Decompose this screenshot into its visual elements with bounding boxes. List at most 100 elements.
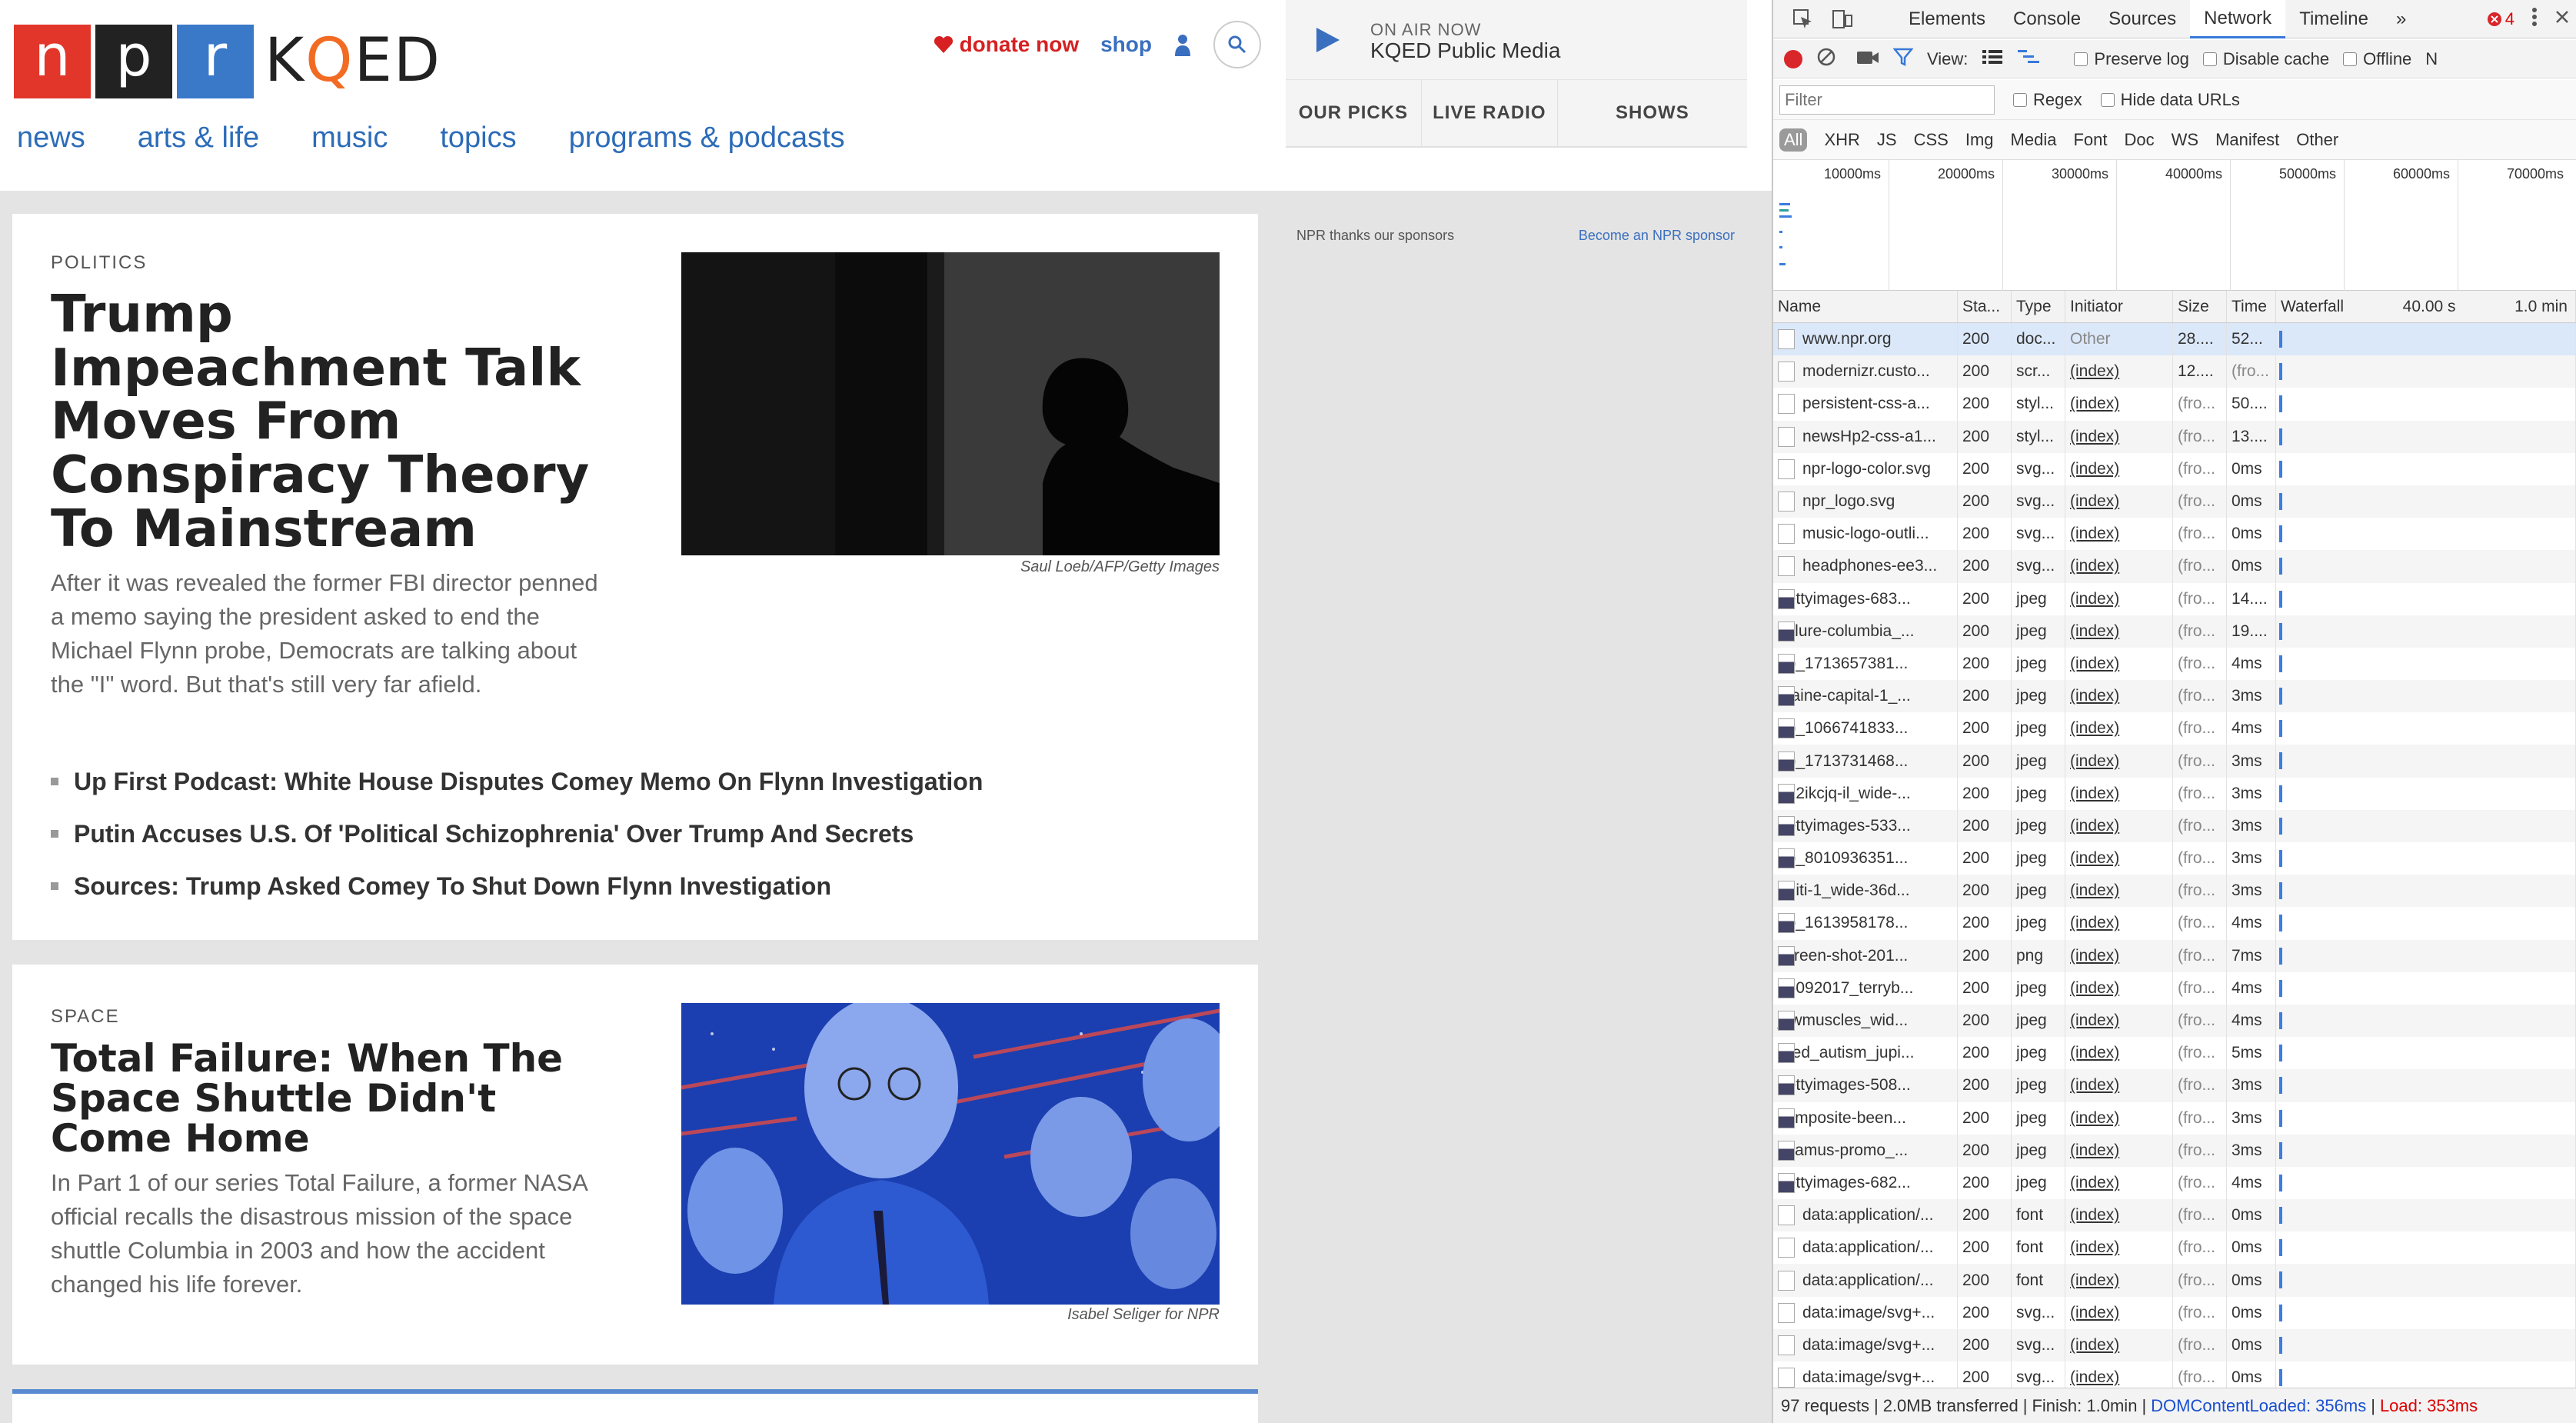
cell-text[interactable]: (index) — [2070, 525, 2119, 543]
type-ws[interactable]: WS — [2172, 130, 2198, 150]
table-row[interactable]: aditi-1_wide-36d... 200 jpeg (index) (fro...… — [1773, 875, 2576, 908]
story-image[interactable] — [681, 1003, 1220, 1305]
tab-network[interactable]: Network — [2190, 0, 2286, 38]
tab-elements[interactable]: Elements — [1895, 0, 1999, 38]
col-time[interactable]: Time — [2227, 291, 2276, 322]
camera-icon[interactable] — [1856, 48, 1879, 70]
related-link[interactable]: Up First Podcast: White House Disputes C… — [51, 755, 983, 808]
npr-logo[interactable]: n p r — [14, 25, 254, 98]
cell-text[interactable]: (index) — [2070, 1304, 2119, 1322]
regex-checkbox[interactable]: Regex — [2013, 90, 2082, 110]
type-manifest[interactable]: Manifest — [2215, 130, 2279, 150]
cell-text[interactable]: (index) — [2070, 849, 2119, 868]
type-js[interactable]: JS — [1877, 130, 1897, 150]
cell-text[interactable]: (index) — [2070, 979, 2119, 998]
cell-text[interactable]: (index) — [2070, 785, 2119, 803]
cell-text[interactable]: (index) — [2070, 395, 2119, 413]
table-row[interactable]: ap_1613958178... 200 jpeg (index) (fro... 4ms — [1773, 907, 2576, 940]
tab-live-radio[interactable]: LIVE RADIO — [1422, 80, 1558, 146]
col-size[interactable]: Size — [2173, 291, 2227, 322]
donate-button[interactable]: donate now — [934, 32, 1079, 57]
table-row[interactable]: ap_8010936351... 200 jpeg (index) (fro... 3ms — [1773, 842, 2576, 875]
nav-arts-life[interactable]: arts & life — [138, 122, 259, 155]
col-name[interactable]: Name — [1773, 291, 1958, 322]
cell-text[interactable]: (index) — [2070, 622, 2119, 641]
inspect-icon[interactable] — [1792, 8, 1813, 34]
table-row[interactable]: failure-columbia_... 200 jpeg (index) (fro..… — [1773, 615, 2576, 648]
tab-timeline[interactable]: Timeline — [2285, 0, 2382, 38]
cell-text[interactable]: (index) — [2070, 817, 2119, 835]
table-row[interactable]: www.npr.org 200 doc... Other 28.... 52... — [1773, 323, 2576, 356]
table-row[interactable]: newsHp2-css-a1... 200 styl... (index) (fro..… — [1773, 420, 2576, 453]
cell-text[interactable]: (index) — [2070, 362, 2119, 381]
error-counter[interactable]: 4 — [2487, 9, 2514, 29]
cell-text[interactable]: (index) — [2070, 947, 2119, 965]
table-row[interactable]: data:application/... 200 font (index) (fro..… — [1773, 1231, 2576, 1265]
story-slug[interactable]: POLITICS — [51, 252, 147, 274]
table-row[interactable]: ap_1713731468... 200 jpeg (index) (fro... 3ms — [1773, 745, 2576, 778]
table-row[interactable]: seamus-promo_... 200 jpeg (index) (fro... 3ms — [1773, 1134, 2576, 1167]
table-row[interactable]: gettyimages-508... 200 jpeg (index) (fro... 3… — [1773, 1069, 2576, 1102]
col-waterfall[interactable]: Waterfall 40.00 s 1.0 min — [2276, 291, 2576, 322]
table-row[interactable]: screen-shot-201... 200 png (index) (fro... 7m… — [1773, 939, 2576, 972]
table-row[interactable]: data:application/... 200 font (index) (fro..… — [1773, 1264, 2576, 1297]
cell-text[interactable]: (index) — [2070, 1271, 2119, 1290]
related-link[interactable]: Putin Accuses U.S. Of 'Political Schizop… — [51, 808, 983, 860]
cell-text[interactable]: (index) — [2070, 428, 2119, 446]
cell-text[interactable]: (index) — [2070, 1206, 2119, 1225]
tab-console[interactable]: Console — [1999, 0, 2095, 38]
story-headline[interactable]: Trump Impeachment Talk Moves From Conspi… — [51, 287, 635, 555]
story-teaser[interactable]: After it was revealed the former FBI dir… — [51, 566, 604, 702]
play-icon[interactable] — [1316, 28, 1340, 52]
table-row[interactable]: maine-capital-1_... 200 jpeg (index) (fro...… — [1773, 680, 2576, 713]
table-row[interactable]: music-logo-outli... 200 svg... (index) (fro.… — [1773, 518, 2576, 551]
record-button[interactable] — [1784, 49, 1802, 68]
cell-text[interactable]: (index) — [2070, 1044, 2119, 1062]
table-row[interactable]: jawmuscles_wid... 200 jpeg (index) (fro... 4m… — [1773, 1004, 2576, 1038]
search-button[interactable] — [1213, 21, 1261, 68]
story-slug[interactable]: SPACE — [51, 1006, 120, 1028]
type-xhr[interactable]: XHR — [1824, 130, 1859, 150]
tab-sources[interactable]: Sources — [2095, 0, 2190, 38]
table-row[interactable]: data:application/... 200 font (index) (fro..… — [1773, 1199, 2576, 1232]
throttle-dropdown[interactable]: N — [2425, 49, 2438, 69]
col-status[interactable]: Sta... — [1958, 291, 2012, 322]
offline-checkbox[interactable]: Offline — [2343, 49, 2411, 69]
table-row[interactable]: headphones-ee3... 200 svg... (index) (fro...… — [1773, 550, 2576, 583]
table-row[interactable]: npr_logo.svg 200 svg... (index) (fro... 0ms — [1773, 485, 2576, 518]
table-row[interactable]: ap_1713657381... 200 jpeg (index) (fro... 4ms — [1773, 647, 2576, 681]
tab-shows[interactable]: SHOWS — [1558, 80, 1747, 146]
network-overview[interactable]: 10000ms 20000ms 30000ms 40000ms 50000ms … — [1773, 160, 2576, 291]
table-row[interactable]: 05092017_terryb... 200 jpeg (index) (fro... 4… — [1773, 971, 2576, 1005]
story-headline[interactable]: Total Failure: When The Space Shuttle Di… — [51, 1038, 620, 1158]
type-doc[interactable]: Doc — [2124, 130, 2154, 150]
cell-text[interactable]: (index) — [2070, 1336, 2119, 1355]
user-icon[interactable] — [1173, 33, 1192, 56]
table-row[interactable]: gettyimages-683... 200 jpeg (index) (fro... 1… — [1773, 582, 2576, 615]
table-row[interactable]: reed_autism_jupi... 200 jpeg (index) (fro...… — [1773, 1037, 2576, 1070]
story-teaser[interactable]: In Part 1 of our series Total Failure, a… — [51, 1166, 604, 1301]
disable-cache-checkbox[interactable]: Disable cache — [2202, 49, 2329, 69]
table-row[interactable]: composite-been... 200 jpeg (index) (fro... 3m… — [1773, 1101, 2576, 1135]
device-toolbar-icon[interactable] — [1832, 8, 1853, 34]
cell-text[interactable]: (index) — [2070, 1174, 2119, 1192]
more-tabs-button[interactable]: » — [2382, 0, 2420, 38]
close-icon[interactable] — [2554, 9, 2570, 29]
table-row[interactable]: 712ikcjq-il_wide-... 200 jpeg (index) (fro..… — [1773, 777, 2576, 810]
table-row[interactable]: gettyimages-533... 200 jpeg (index) (fro... 3… — [1773, 809, 2576, 842]
type-all[interactable]: All — [1779, 128, 1808, 152]
table-row[interactable]: data:image/svg+... 200 svg... (index) (fro..… — [1773, 1296, 2576, 1329]
related-link[interactable]: Sources: Trump Asked Comey To Shut Down … — [51, 860, 983, 912]
cell-text[interactable]: Other — [2070, 330, 2111, 348]
large-rows-icon[interactable] — [1982, 48, 2003, 70]
cell-text[interactable]: (index) — [2070, 557, 2119, 575]
type-other[interactable]: Other — [2296, 130, 2338, 150]
nav-news[interactable]: news — [17, 122, 85, 155]
cell-text[interactable]: (index) — [2070, 1076, 2119, 1095]
on-air-player[interactable]: ON AIR NOW KQED Public Media — [1286, 0, 1747, 80]
cell-text[interactable]: (index) — [2070, 881, 2119, 900]
shop-link[interactable]: shop — [1100, 32, 1152, 57]
filter-input[interactable] — [1779, 85, 1995, 115]
type-media[interactable]: Media — [2011, 130, 2057, 150]
table-row[interactable]: persistent-css-a... 200 styl... (index) (fro… — [1773, 388, 2576, 421]
